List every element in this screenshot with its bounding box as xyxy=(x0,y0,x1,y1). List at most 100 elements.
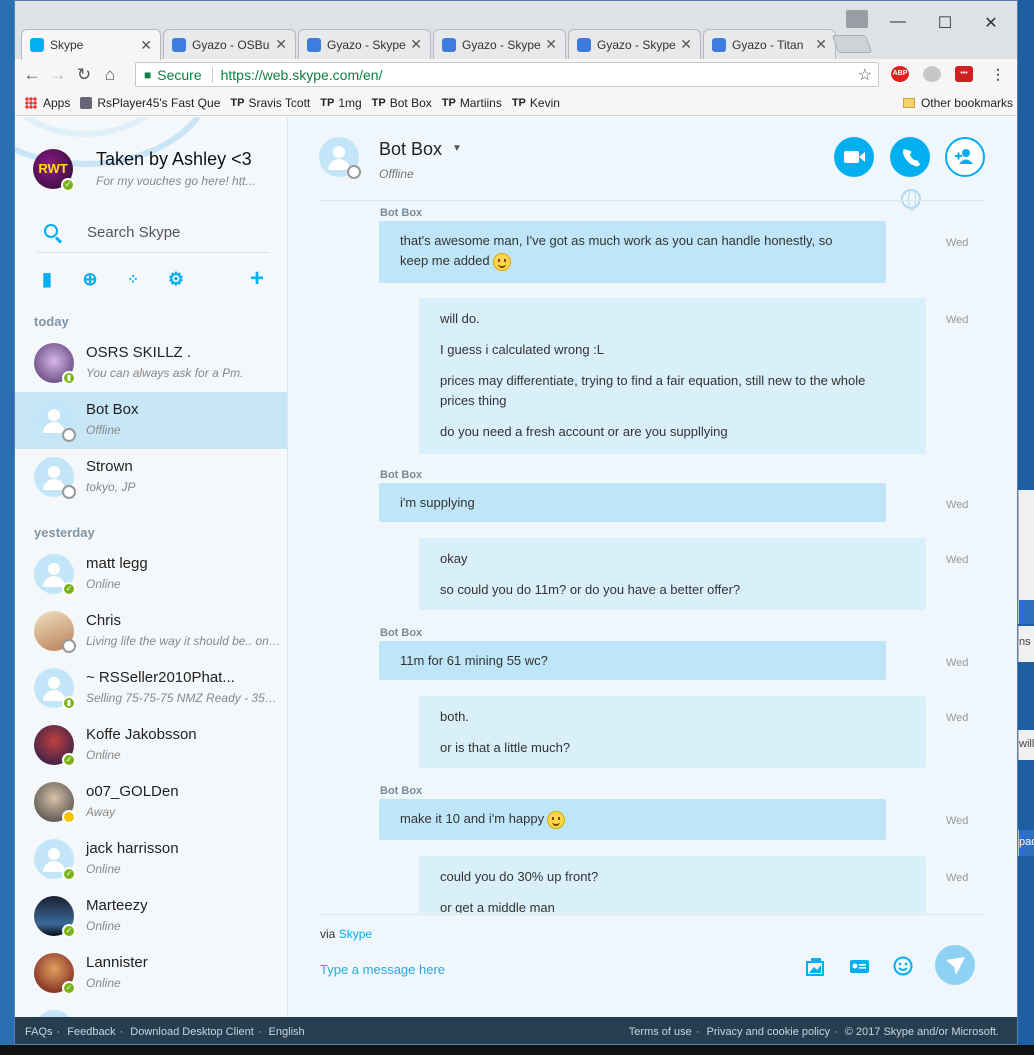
message-bubble[interactable]: okay so could you do 11m? or do you have… xyxy=(419,538,926,610)
contact-item[interactable]: Strown tokyo, JP xyxy=(15,449,287,506)
gear-icon[interactable]: ⚙ xyxy=(166,269,186,289)
gyazo-icon xyxy=(172,37,186,52)
contact-item[interactable]: ▮ ~ RSSeller2010Phat... Selling 75-75-75… xyxy=(15,660,287,717)
close-window-button[interactable]: ✕ xyxy=(976,13,1006,33)
extension-icon[interactable]: ••• xyxy=(955,66,973,82)
profile-name[interactable]: Taken by Ashley <3 xyxy=(96,149,252,170)
close-icon[interactable]: ✕ xyxy=(275,36,287,53)
close-icon[interactable]: ✕ xyxy=(545,36,557,53)
contact-item[interactable]: ✓ jack harrisson Online xyxy=(15,831,287,888)
add-icon[interactable]: + xyxy=(247,267,267,291)
message-sender: Bot Box xyxy=(380,469,423,481)
bookmark-item[interactable]: RsPlayer45's Fast Que xyxy=(80,96,220,110)
video-call-button[interactable] xyxy=(834,137,874,177)
close-icon[interactable]: ✕ xyxy=(680,36,692,53)
contact-item[interactable]: o07_GOLDen Away xyxy=(15,774,287,831)
contact-item[interactable]: Bot Box Offline xyxy=(15,392,287,449)
terms-link[interactable]: Terms of use xyxy=(629,1026,692,1038)
message-bubble[interactable]: both. or is that a little much? xyxy=(419,696,926,768)
tab-gyazo[interactable]: Gyazo - Skype ✕ xyxy=(433,29,566,59)
download-link[interactable]: Download Desktop Client xyxy=(130,1026,254,1038)
contact-item[interactable] xyxy=(15,1002,287,1017)
contact-item[interactable]: ✓ matt legg Online xyxy=(15,546,287,603)
bookmark-item[interactable]: TP Kevin xyxy=(512,96,560,110)
home-icon[interactable]: ⌂ xyxy=(97,65,123,85)
message-bubble[interactable]: i'm supplying xyxy=(379,483,886,522)
contact-item[interactable]: ▮ OSRS SKILLZ . You can always ask for a… xyxy=(15,335,287,392)
contact-item[interactable]: ✓ Koffe Jakobsson Online xyxy=(15,717,287,774)
forward-icon[interactable]: → xyxy=(45,65,71,85)
address-bar[interactable]: ■ Secure https://web.skype.com/en/ ☆ xyxy=(135,62,879,87)
bookmark-apps[interactable]: Apps xyxy=(25,96,70,110)
contact-mood: Selling 75-75-75 NMZ Ready - 35M... xyxy=(86,691,281,705)
bookmark-item[interactable]: TP 1mg xyxy=(320,96,361,110)
faqs-link[interactable]: FAQs xyxy=(25,1026,53,1038)
menu-icon[interactable]: ⋮ xyxy=(989,66,1007,82)
bookmark-star-icon[interactable]: ☆ xyxy=(858,65,872,85)
via-skype-link[interactable]: Skype xyxy=(339,927,372,941)
reload-icon[interactable]: ↻ xyxy=(71,65,97,85)
close-icon[interactable]: ✕ xyxy=(815,36,827,53)
bookmark-item[interactable]: TP Martiins xyxy=(442,96,502,110)
bookmark-label: Apps xyxy=(43,95,71,110)
chevron-down-icon[interactable]: ▼ xyxy=(452,143,462,154)
background-window-text: will xyxy=(1018,730,1034,760)
message-input[interactable] xyxy=(320,957,780,981)
maximize-button[interactable]: ☐ xyxy=(930,13,960,33)
contact-item[interactable]: Chris Living life the way it should be..… xyxy=(15,603,287,660)
tab-gyazo[interactable]: Gyazo - OSBu ✕ xyxy=(163,29,296,59)
tab-gyazo[interactable]: Gyazo - Titan ✕ xyxy=(703,29,836,59)
contacts-icon[interactable]: ▮ xyxy=(37,269,57,289)
minimize-button[interactable]: — xyxy=(883,13,913,31)
contact-item[interactable]: ✓ Lannister Online xyxy=(15,945,287,1002)
via-prefix: via xyxy=(320,927,336,941)
message-bubble[interactable]: that's awesome man, I've got as much wor… xyxy=(379,221,886,283)
message-timestamp: Wed xyxy=(946,554,969,566)
tab-gyazo[interactable]: Gyazo - Skype ✕ xyxy=(298,29,431,59)
bot-icon[interactable]: ⊕ xyxy=(80,269,100,289)
gyazo-icon xyxy=(712,37,726,52)
other-bookmarks[interactable]: Other bookmarks xyxy=(902,96,1013,110)
bookmark-item[interactable]: TP Sravis Tcott xyxy=(230,96,310,110)
language-link[interactable]: English xyxy=(269,1026,305,1038)
feedback-link[interactable]: Feedback xyxy=(67,1026,115,1038)
audio-call-button[interactable] xyxy=(890,137,930,177)
adblock-icon[interactable]: ABP xyxy=(891,66,909,82)
dialpad-icon[interactable]: ⁘ xyxy=(123,269,143,289)
away-status-icon xyxy=(62,810,76,824)
smiley-emoticon-icon xyxy=(492,252,511,271)
tab-gyazo[interactable]: Gyazo - Skype ✕ xyxy=(568,29,701,59)
privacy-link[interactable]: Privacy and cookie policy xyxy=(707,1026,831,1038)
contact-name: Marteezy xyxy=(86,897,148,914)
close-icon[interactable]: ✕ xyxy=(140,37,152,54)
footer-right: Terms of use · Privacy and cookie policy ·… xyxy=(629,1026,999,1038)
gyazo-icon xyxy=(307,37,321,52)
extension-icon[interactable] xyxy=(923,66,941,82)
close-icon[interactable]: ✕ xyxy=(410,36,422,53)
chat-title[interactable]: Bot Box xyxy=(379,139,442,160)
offline-status-icon xyxy=(62,485,76,499)
separator: · xyxy=(119,1025,124,1038)
search-input[interactable]: Search Skype xyxy=(87,224,180,241)
contact-card-icon[interactable] xyxy=(849,956,869,976)
new-tab-button[interactable] xyxy=(831,35,873,53)
image-icon[interactable] xyxy=(805,956,825,976)
message-bubble[interactable]: will do. I guess i calculated wrong :L p… xyxy=(419,298,926,454)
tab-title: Gyazo - Titan xyxy=(732,37,804,52)
message-bubble[interactable]: could you do 30% up front? or get a midd… xyxy=(419,856,926,913)
message-bubble[interactable]: 11m for 61 mining 55 wc? xyxy=(379,641,886,680)
profile-mood[interactable]: For my vouches go here! htt... xyxy=(96,174,255,188)
contact-item[interactable]: ✓ Marteezy Online xyxy=(15,888,287,945)
message-bubble[interactable]: make it 10 and i'm happy xyxy=(379,799,886,840)
back-icon[interactable]: ← xyxy=(19,65,45,85)
message-sender: Bot Box xyxy=(380,627,423,639)
emoticon-icon[interactable] xyxy=(893,956,913,976)
tp-icon: TP xyxy=(511,96,526,109)
bookmark-item[interactable]: TP Bot Box xyxy=(372,96,432,110)
send-button[interactable] xyxy=(935,945,975,985)
add-participant-button[interactable] xyxy=(945,137,985,177)
tab-skype[interactable]: Skype ✕ xyxy=(21,29,161,60)
message-text: prices thing xyxy=(440,393,507,408)
profile-icon[interactable] xyxy=(846,10,868,28)
search-box[interactable]: Search Skype xyxy=(37,213,269,253)
